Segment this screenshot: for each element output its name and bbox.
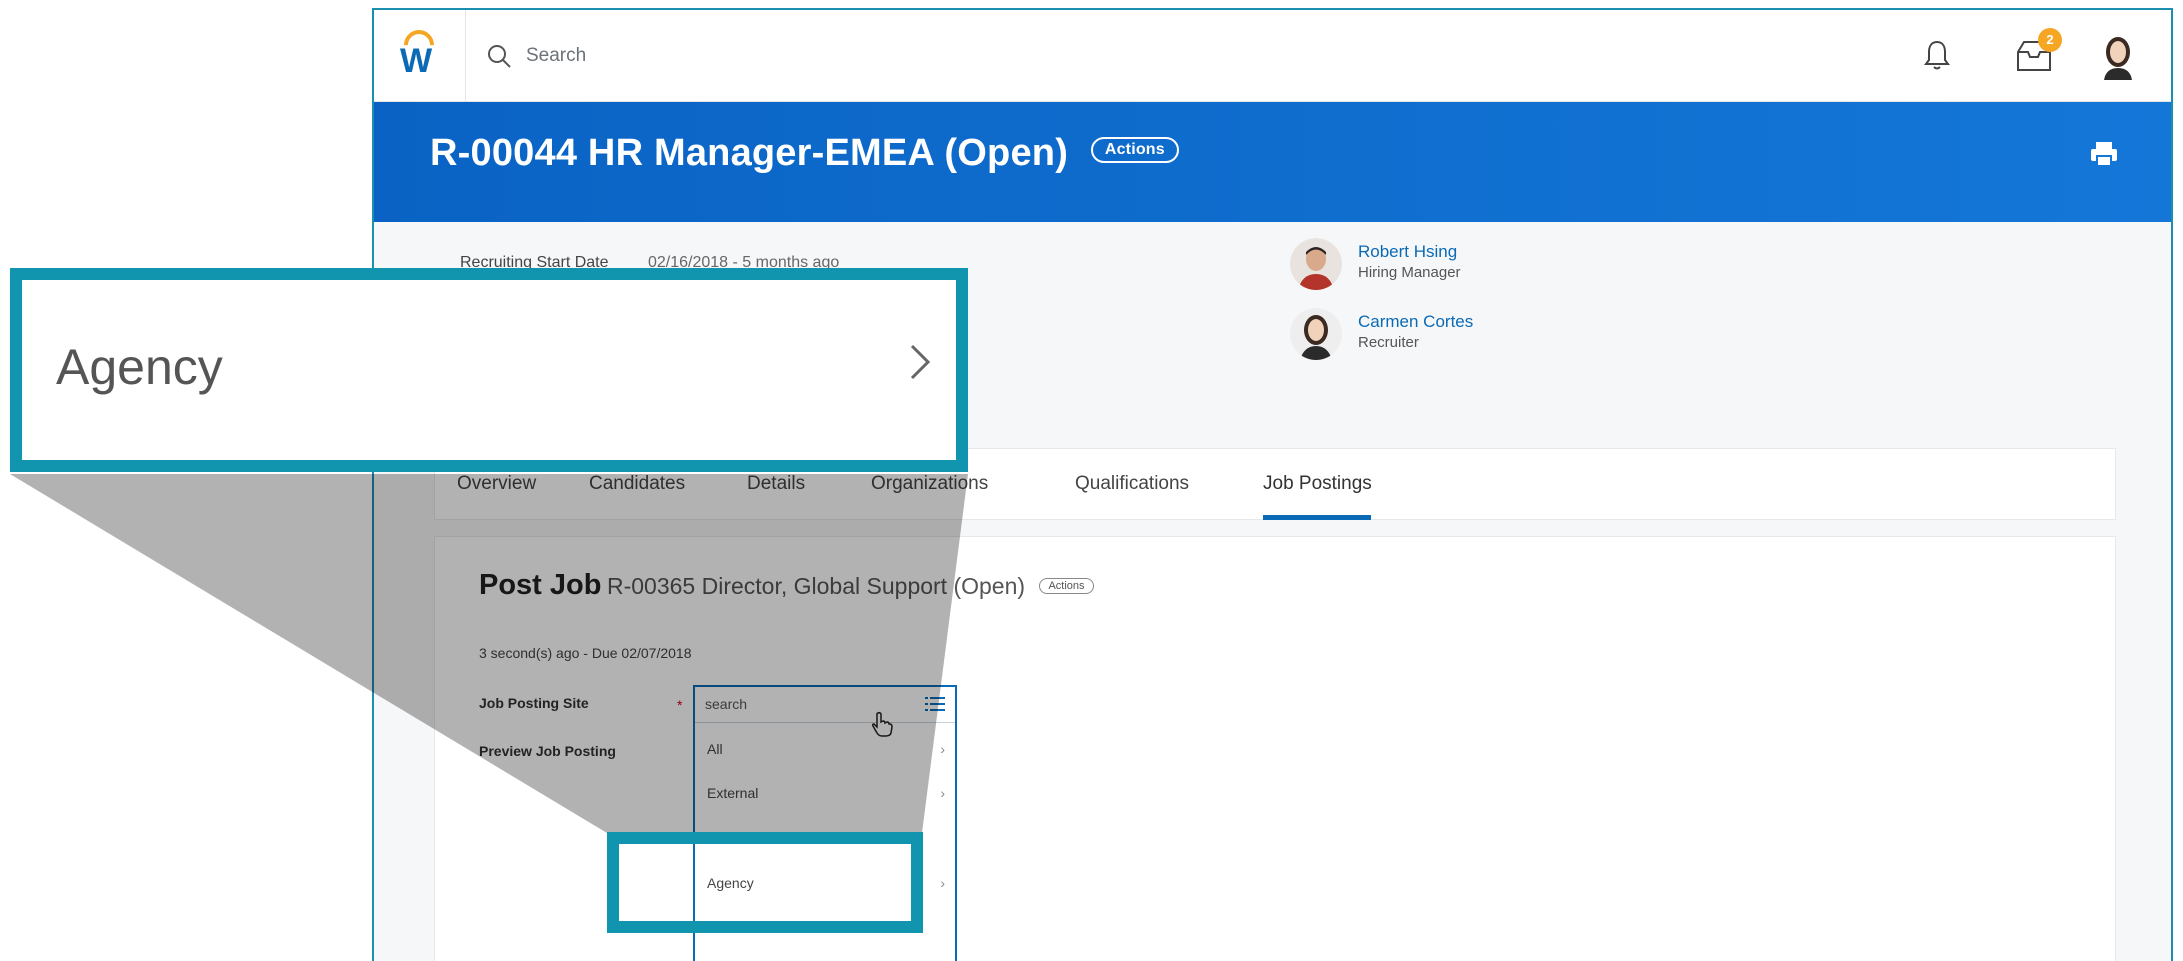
dropdown-option-external[interactable]: External ›	[707, 785, 945, 801]
hiring-manager-name-link[interactable]: Robert Hsing	[1358, 242, 1461, 262]
active-tab-indicator	[1263, 515, 1371, 520]
recruiter-name-link[interactable]: Carmen Cortes	[1358, 312, 1473, 332]
job-posting-site-search-value: search	[705, 696, 748, 712]
global-search[interactable]: Search	[486, 36, 586, 76]
recruiter-card: Carmen Cortes Recruiter	[1290, 308, 1473, 360]
search-icon	[488, 45, 511, 68]
chevron-right-icon	[910, 344, 931, 380]
print-icon[interactable]	[2089, 140, 2119, 168]
agency-highlight-box	[607, 832, 923, 933]
tab-qualifications[interactable]: Qualifications	[1075, 473, 1189, 495]
dropdown-option-label: All	[707, 741, 723, 757]
hand-cursor-icon	[871, 711, 893, 737]
tab-candidates[interactable]: Candidates	[589, 473, 685, 495]
requisition-title: R-00044 HR Manager-EMEA (Open)	[430, 132, 1069, 174]
due-date-text: 3 second(s) ago - Due 02/07/2018	[479, 645, 692, 661]
hiring-manager-role: Hiring Manager	[1358, 264, 1461, 281]
preview-job-posting-label: Preview Job Posting	[479, 743, 616, 759]
list-icon[interactable]	[925, 695, 945, 713]
post-job-requisition: R-00365 Director, Global Support (Open)	[607, 573, 1026, 599]
post-job-actions-button[interactable]: Actions	[1039, 577, 1094, 594]
zoom-callout-box: Agency	[10, 268, 968, 472]
chevron-right-icon: ›	[940, 875, 945, 891]
browser-frame: W Search 2 R-00044 HR Manager-EMEA (Open…	[372, 8, 2173, 961]
bell-icon[interactable]	[1922, 38, 1952, 72]
tab-overview[interactable]: Overview	[457, 473, 536, 495]
workday-logo-icon: W	[396, 23, 442, 82]
chevron-right-icon: ›	[940, 741, 945, 757]
page-title: R-00044 HR Manager-EMEA (Open) Actions	[430, 132, 1179, 175]
tab-details[interactable]: Details	[747, 473, 805, 495]
avatar	[1290, 238, 1342, 290]
dropdown-option-label: External	[707, 785, 759, 801]
tab-job-postings[interactable]: Job Postings	[1263, 473, 1372, 495]
tab-organizations[interactable]: Organizations	[871, 473, 988, 495]
home-logo-button[interactable]: W	[374, 10, 466, 102]
post-job-subtitle: R-00365 Director, Global Support (Open) …	[607, 573, 1094, 600]
search-input[interactable]: Search	[526, 45, 586, 67]
inbox-count-badge: 2	[2038, 28, 2062, 52]
zoom-option-label: Agency	[56, 339, 223, 395]
user-avatar[interactable]	[2096, 32, 2140, 80]
job-posting-site-label: Job Posting Site	[479, 695, 589, 711]
recruiter-role: Recruiter	[1358, 334, 1419, 351]
dropdown-option-all[interactable]: All ›	[707, 741, 945, 757]
actions-button[interactable]: Actions	[1090, 136, 1179, 163]
chevron-right-icon: ›	[940, 785, 945, 801]
avatar	[1290, 308, 1342, 360]
page-header: R-00044 HR Manager-EMEA (Open) Actions	[374, 102, 2171, 222]
hiring-manager-card: Robert Hsing Hiring Manager	[1290, 238, 1461, 290]
required-indicator: *	[677, 697, 683, 713]
top-navigation: W Search 2	[374, 10, 2171, 102]
post-job-title: Post Job	[479, 569, 602, 601]
job-posting-site-search[interactable]: search	[695, 687, 955, 723]
